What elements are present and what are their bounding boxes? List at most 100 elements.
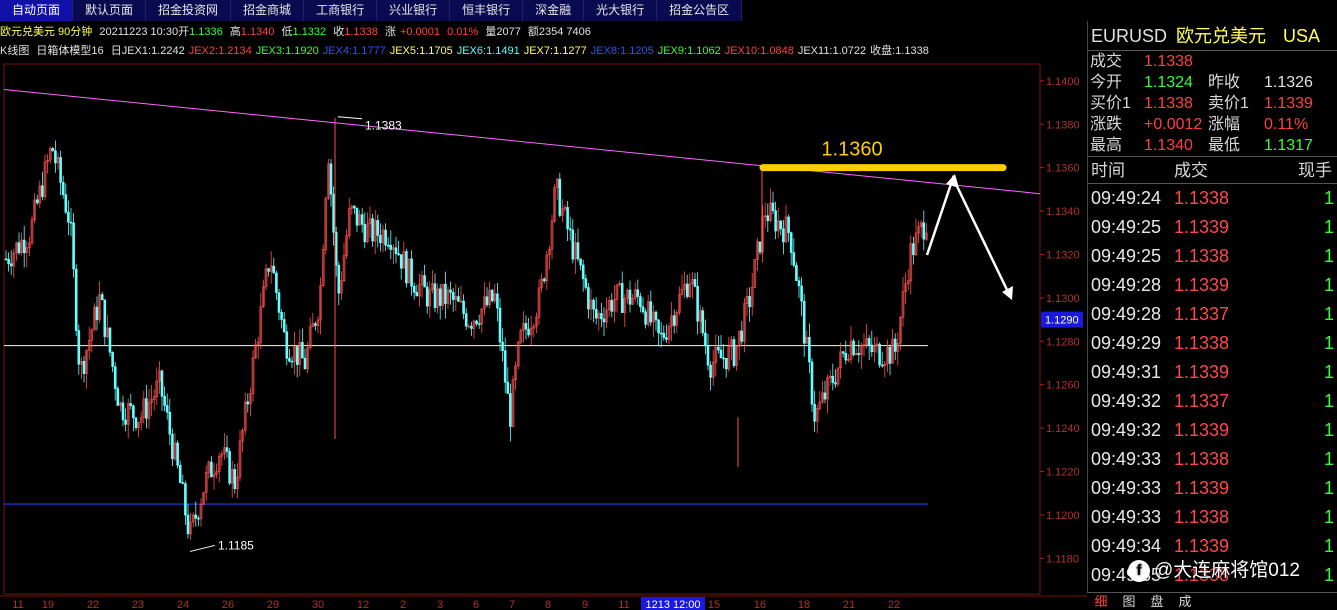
tick-price: 1.1339 bbox=[1174, 478, 1230, 498]
x-tick-label: 1213 12:00 bbox=[645, 599, 700, 610]
candle-body bbox=[360, 214, 364, 225]
candle-body bbox=[602, 318, 606, 323]
tick-price: 1.1338 bbox=[1174, 449, 1230, 469]
tick-qty: 1 bbox=[1324, 188, 1335, 208]
candle-body bbox=[880, 364, 884, 367]
resistance-label: 1.1360 bbox=[821, 139, 882, 161]
tab-7[interactable]: 深金融 bbox=[523, 0, 585, 21]
candle-body bbox=[592, 299, 595, 310]
panel-tab-2[interactable]: 盘 bbox=[1143, 593, 1171, 610]
candle-body bbox=[659, 332, 663, 335]
candle-body bbox=[303, 357, 307, 370]
tick-price: 1.1337 bbox=[1174, 304, 1230, 324]
panel-tab-3[interactable]: 成 bbox=[1171, 593, 1199, 610]
candle-body bbox=[108, 327, 112, 353]
bar-open: 1.1336 bbox=[189, 26, 223, 38]
candle-body bbox=[748, 296, 751, 308]
candle-body bbox=[384, 229, 387, 246]
candle-body bbox=[121, 402, 125, 421]
chart-kind-label[interactable]: K线图 bbox=[0, 45, 29, 57]
candle-body bbox=[225, 447, 229, 452]
candle-body bbox=[810, 361, 814, 405]
tab-6[interactable]: 恒丰银行 bbox=[450, 0, 524, 21]
ticks-header: 时间 成交 现手 bbox=[1088, 156, 1337, 184]
candle-body bbox=[657, 319, 660, 334]
candle-body bbox=[475, 320, 478, 324]
tab-0[interactable]: 自动页面 bbox=[0, 0, 74, 21]
candle-body bbox=[233, 469, 237, 490]
quote-row-change: 涨跌 +0.0012 涨幅 0.11% bbox=[1090, 116, 1309, 133]
tab-3[interactable]: 招金商城 bbox=[231, 0, 305, 21]
candle-body bbox=[802, 300, 806, 344]
tick-time: 09:49:33 bbox=[1091, 507, 1162, 527]
candle-body bbox=[72, 222, 75, 270]
tick-qty: 1 bbox=[1324, 362, 1335, 382]
x-tick-label: 22 bbox=[87, 599, 99, 610]
tab-2[interactable]: 招金投资网 bbox=[146, 0, 232, 21]
candle-body bbox=[314, 323, 317, 326]
tick-time: 09:49:32 bbox=[1091, 420, 1162, 440]
candle-body bbox=[566, 207, 569, 230]
tab-4[interactable]: 工商银行 bbox=[304, 0, 378, 21]
candle-body bbox=[503, 350, 507, 383]
panel-tab-0[interactable]: 细 bbox=[1087, 593, 1115, 610]
ticks-col-qty: 现手 bbox=[1298, 161, 1332, 180]
panel-tab-1[interactable]: 图 bbox=[1115, 593, 1143, 610]
candle-body bbox=[823, 392, 827, 400]
candle-body bbox=[181, 482, 185, 484]
candle-body bbox=[9, 263, 13, 267]
y-tick-label: 1.1180 bbox=[1046, 553, 1079, 565]
candlestick-chart[interactable]: 1.1400 1.1380 1.1360 1.1340 1.1320 1.1300 1.12… bbox=[0, 60, 1087, 610]
candle-body bbox=[376, 220, 380, 236]
tab-9[interactable]: 招金公告区 bbox=[657, 0, 743, 21]
tick-row: 09:49:28 1.1339 1 bbox=[1088, 271, 1337, 300]
x-tick-label: 26 bbox=[222, 599, 234, 610]
tab-8[interactable]: 光大银行 bbox=[584, 0, 658, 21]
bar-low: 1.1332 bbox=[292, 26, 327, 38]
indicator-value-5: JEX6:1.1491 bbox=[456, 45, 520, 57]
indicator-model-label[interactable]: 日箱体模型16 bbox=[36, 45, 103, 57]
candle-body bbox=[301, 342, 304, 359]
x-tick-label: 24 bbox=[177, 599, 189, 610]
candle-body bbox=[415, 291, 419, 297]
candle-body bbox=[558, 178, 562, 216]
candle-body bbox=[571, 229, 575, 260]
candle-body bbox=[792, 252, 796, 266]
candle-body bbox=[449, 289, 452, 293]
candle-body bbox=[779, 220, 783, 230]
candle-body bbox=[787, 216, 790, 233]
candle-body bbox=[696, 286, 699, 322]
quote-title: EURUSD 欧元兑美元 USA bbox=[1088, 21, 1337, 51]
candle-body bbox=[178, 464, 182, 483]
tab-5[interactable]: 兴业银行 bbox=[377, 0, 451, 21]
indicator-value-3: JEX4:1.1777 bbox=[322, 45, 386, 57]
tick-qty: 1 bbox=[1324, 304, 1335, 324]
candle-body bbox=[628, 289, 632, 305]
tick-time: 09:49:32 bbox=[1091, 391, 1162, 411]
tab-1[interactable]: 默认页面 bbox=[73, 0, 147, 21]
y-tick-label: 1.1200 bbox=[1046, 510, 1080, 522]
candle-body bbox=[789, 232, 793, 253]
indicator-value-6: JEX7:1.1277 bbox=[523, 45, 587, 57]
tick-qty: 1 bbox=[1324, 420, 1335, 440]
x-tick-label: 9 bbox=[582, 599, 588, 610]
bar-change-pct: 0.01% bbox=[447, 26, 479, 38]
tick-row: 09:49:29 1.1338 1 bbox=[1088, 329, 1337, 358]
candle-body bbox=[277, 292, 281, 313]
top-tab-bar: 自动页面 默认页面 招金投资网 招金商城 工商银行 兴业银行 恒丰银行 深金融 光大银行 招金公告… bbox=[0, 0, 1337, 21]
candle-body bbox=[423, 275, 426, 288]
facebook-icon: f bbox=[1128, 559, 1150, 582]
candle-body bbox=[857, 353, 861, 355]
tick-row: 09:49:33 1.1339 1 bbox=[1088, 474, 1337, 503]
tab-bar-spacer bbox=[742, 0, 1337, 21]
quote-last: 1.1338 bbox=[1144, 53, 1193, 70]
candle-body bbox=[17, 242, 21, 254]
tick-price: 1.1338 bbox=[1174, 507, 1230, 527]
candle-body bbox=[732, 339, 736, 366]
candle-body bbox=[587, 287, 590, 310]
tick-qty: 1 bbox=[1324, 391, 1335, 411]
bar-change: +0.0001 bbox=[399, 26, 441, 38]
indicator-value-7: JEX8:1.1205 bbox=[590, 45, 654, 57]
ticks-list[interactable]: 09:49:24 1.1338 1 09:49:25 1.1339 1 09:49:25 1.… bbox=[1088, 184, 1337, 590]
bar-close: 1.1338 bbox=[344, 26, 378, 38]
